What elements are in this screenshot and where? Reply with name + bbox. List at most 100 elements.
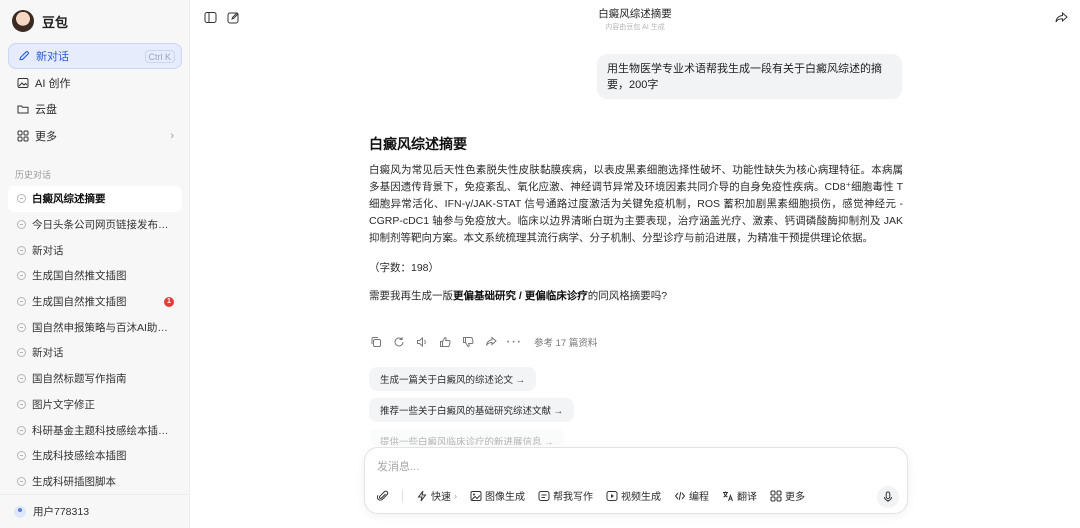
regenerate-icon[interactable] (392, 336, 405, 349)
tool-label: 视频生成 (621, 492, 661, 503)
tool-label: 更多 (785, 492, 805, 503)
assistant-answer: 白癜风综述摘要 白癜风为常见后天性色素脱失性皮肤黏膜疾病，以表皮黑素细胞选择性破… (369, 134, 903, 303)
chevron-right-icon: › (454, 490, 457, 501)
quick-mode-button[interactable]: 快速 › (416, 488, 457, 503)
code-icon (674, 491, 686, 500)
brand[interactable]: 豆包 (12, 9, 68, 33)
more-tools-button[interactable]: 更多 (770, 488, 805, 503)
image-icon (470, 490, 482, 501)
chat-bubble-icon (17, 194, 26, 204)
message-input[interactable] (377, 458, 877, 476)
thumbs-up-icon[interactable] (438, 336, 451, 349)
attach-button[interactable] (377, 490, 389, 502)
share-icon[interactable] (1055, 11, 1068, 24)
translate-button[interactable]: 翻译 (722, 488, 757, 503)
history-item[interactable]: 白癜风综述摘要 (8, 186, 182, 212)
composer: 快速› 图像生成 帮我写作 视频生成 编程 翻译 更多 (364, 447, 908, 514)
grid-icon (770, 490, 782, 501)
history-list: 白癜风综述摘要 今日头条公司网页链接发布合规... 新对话 生成国自然推文插图 … (8, 186, 182, 494)
microphone-icon (884, 491, 892, 502)
tool-label: 帮我写作 (553, 492, 593, 503)
chat-bubble-icon (17, 374, 26, 384)
history-heading: 历史对话 (15, 170, 52, 180)
chat-bubble-icon (17, 476, 26, 486)
app-name: 豆包 (42, 14, 69, 30)
top-bar: 白癜风综述摘要 内容由豆包 AI 生成 (190, 0, 1080, 34)
chat-bubble-icon (17, 399, 26, 409)
tool-label: 快速 (431, 492, 451, 503)
grid-icon (16, 129, 29, 142)
video-icon (606, 490, 618, 501)
follow-bold: 更偏基础研究 / 更偏临床诊疗 (453, 290, 588, 302)
ai-create-label: AI 创作 (35, 77, 71, 90)
coding-button[interactable]: 编程 (674, 488, 709, 503)
follow-prefix: 需要我再生成一版 (369, 290, 453, 302)
sidebar: 豆包 新对话 Ctrl K AI 创作 云盘 更多 › 历史对话 白癜风综述摘要… (0, 0, 190, 528)
history-item[interactable]: 生成国自然推文插图 1 (8, 289, 182, 315)
history-item[interactable]: 科研基金主题科技感绘本插图脚... (8, 417, 182, 443)
new-chat-button[interactable]: 新对话 Ctrl K (8, 43, 182, 69)
more-options-icon[interactable]: ··· (506, 333, 522, 350)
history-item[interactable]: 生成国自然推文插图 (8, 263, 182, 289)
history-item[interactable]: 图片文字修正 (8, 392, 182, 418)
image-gen-button[interactable]: 图像生成 (470, 488, 525, 503)
chat-bubble-icon (17, 297, 26, 307)
history-item[interactable]: 新对话 (8, 340, 182, 366)
more-button[interactable]: 更多 › (8, 123, 182, 149)
username: 用户778313 (33, 506, 90, 518)
thumbs-down-icon[interactable] (461, 336, 474, 349)
history-item[interactable]: 国自然申报策略与百沐AI助力插... (8, 314, 182, 340)
new-chat-label: 新对话 (36, 51, 69, 63)
conversation-header: 白癜风综述摘要 内容由豆包 AI 生成 (190, 6, 1080, 32)
history-item[interactable]: 国自然标题写作指南 (8, 366, 182, 392)
user-profile[interactable]: 用户778313 (0, 494, 190, 528)
history-item[interactable]: 今日头条公司网页链接发布合规... (8, 212, 182, 238)
writing-button[interactable]: 帮我写作 (538, 488, 593, 503)
chevron-right-icon: › (170, 129, 174, 142)
history-item[interactable]: 新对话 (8, 237, 182, 263)
references-link[interactable]: 参考 17 篇资料 (534, 335, 597, 349)
answer-body: 白癜风为常见后天性色素脱失性皮肤黏膜疾病，以表皮黑素细胞选择性破坏、功能性缺失为… (369, 164, 903, 244)
tool-label: 图像生成 (485, 492, 525, 503)
message-actions: ··· 参考 17 篇资料 (369, 333, 597, 350)
follow-up-question: 需要我再生成一版更偏基础研究 / 更偏临床诊疗的同风格摘要吗? (369, 288, 903, 303)
suggestion-chip[interactable]: 提供一些白癜风临床诊疗的新进展信息 → (369, 429, 565, 445)
copy-icon[interactable] (369, 336, 382, 349)
cloud-drive-label: 云盘 (35, 104, 57, 117)
chat-bubble-icon (17, 451, 26, 461)
shortcut-hint: Ctrl K (144, 49, 175, 63)
doubao-logo-icon (12, 10, 34, 32)
video-gen-button[interactable]: 视频生成 (606, 488, 661, 503)
follow-suffix: 的同风格摘要吗? (587, 290, 668, 302)
chat-bubble-icon (17, 245, 26, 255)
more-label: 更多 (35, 130, 57, 143)
history-item[interactable]: 生成科技感绘本插图 (8, 443, 182, 469)
ai-create-button[interactable]: AI 创作 (8, 70, 182, 96)
image-icon (16, 76, 29, 89)
folder-icon (16, 103, 29, 116)
notification-badge: 1 (164, 296, 174, 307)
word-count: （字数：198） (369, 262, 440, 274)
new-chat-icon (17, 50, 30, 63)
suggestion-chip[interactable]: 生成一篇关于白癜风的综述论文 → (369, 367, 537, 391)
answer-title: 白癜风综述摘要 (369, 136, 467, 152)
conversation-title[interactable]: 白癜风综述摘要 (190, 6, 1080, 21)
speaker-icon[interactable] (415, 336, 428, 349)
tool-label: 翻译 (737, 492, 757, 503)
write-icon (538, 490, 550, 501)
chat-bubble-icon (17, 220, 26, 230)
ai-disclaimer: 内容由豆包 AI 生成 (605, 24, 665, 31)
suggestion-chip[interactable]: 推荐一些关于白癜风的基础研究综述文献 → (369, 398, 575, 422)
user-message: 用生物医学专业术语帮我生成一段有关于白癜风综述的摘要，200字 (597, 54, 902, 99)
chat-bubble-icon (17, 348, 26, 358)
avatar (14, 505, 26, 518)
chat-bubble-icon (17, 271, 26, 281)
microphone-button[interactable] (877, 486, 899, 508)
history-item[interactable]: 生成科研插图脚本 (8, 469, 182, 495)
chat-bubble-icon (17, 322, 26, 332)
composer-toolbar: 快速 › 图像生成 帮我写作 视频生成 编程 翻译 更多 (377, 488, 805, 503)
translate-icon (723, 491, 733, 501)
cloud-drive-button[interactable]: 云盘 (8, 96, 182, 122)
share-icon[interactable] (484, 336, 497, 349)
paperclip-icon (377, 490, 389, 501)
